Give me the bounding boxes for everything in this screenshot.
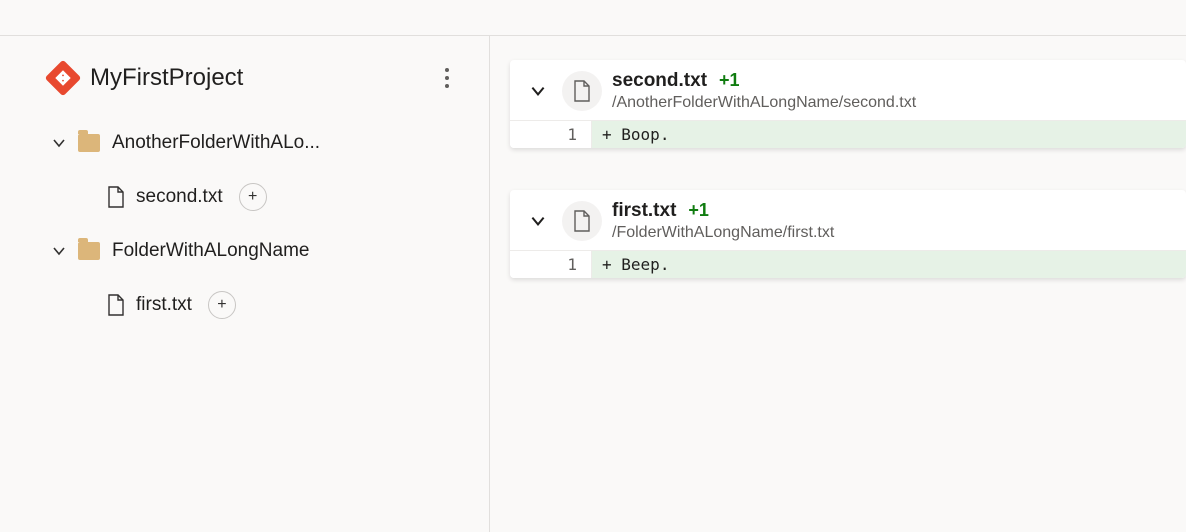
file-icon [573,80,591,102]
diff-card: first.txt +1 /FolderWithALongName/first.… [510,190,1186,278]
chevron-down-icon [50,242,68,260]
diff-card-header: first.txt +1 /FolderWithALongName/first.… [510,190,1186,250]
project-title-group: MyFirstProject [50,64,243,92]
chevron-down-icon [529,82,547,100]
tree-folder-row[interactable]: AnotherFolderWithALo... [50,116,469,170]
file-icon [106,185,126,209]
diff-filename: first.txt [612,200,676,222]
diff-additions-badge: +1 [688,200,709,221]
file-chip-icon [562,71,602,111]
folder-label: AnotherFolderWithALo... [112,132,320,154]
file-icon [106,293,126,317]
file-label: first.txt [136,294,192,316]
folder-icon [78,242,100,260]
added-badge-icon: + [239,183,267,211]
diff-filepath: /FolderWithALongName/first.txt [612,224,834,242]
chevron-down-icon [50,134,68,152]
file-label: second.txt [136,186,223,208]
main-split: MyFirstProject AnotherFolderWithALo... s… [0,36,1186,532]
file-tree: AnotherFolderWithALo... second.txt + Fol… [20,116,469,332]
diff-body: 1 + Beep. [510,250,1186,278]
project-name: MyFirstProject [90,64,243,92]
diff-title-block: second.txt +1 /AnotherFolderWithALongNam… [612,70,916,112]
collapse-toggle-button[interactable] [524,77,552,105]
file-chip-icon [562,201,602,241]
project-header: MyFirstProject [20,64,469,116]
top-toolbar-strip [0,0,1186,36]
git-repo-icon [45,60,82,97]
tree-file-row[interactable]: second.txt + [50,170,469,224]
diff-list-pane: second.txt +1 /AnotherFolderWithALongNam… [490,36,1186,532]
changes-tree-pane: MyFirstProject AnotherFolderWithALo... s… [0,36,490,532]
diff-line-prefix: + [602,125,612,144]
diff-code-line: + Beep. [592,251,1186,278]
chevron-down-icon [529,212,547,230]
diff-body: 1 + Boop. [510,120,1186,148]
collapse-toggle-button[interactable] [524,207,552,235]
diff-line-number: 1 [510,251,592,278]
diff-title-block: first.txt +1 /FolderWithALongName/first.… [612,200,834,242]
folder-icon [78,134,100,152]
diff-line-prefix: + [602,255,612,274]
diff-code-line: + Boop. [592,121,1186,148]
diff-line-text: Boop. [621,125,669,144]
added-badge-icon: + [208,291,236,319]
diff-line-number: 1 [510,121,592,148]
tree-file-row[interactable]: first.txt + [50,278,469,332]
diff-filename: second.txt [612,70,707,92]
diff-line-text: Beep. [621,255,669,274]
diff-card: second.txt +1 /AnotherFolderWithALongNam… [510,60,1186,148]
diff-filepath: /AnotherFolderWithALongName/second.txt [612,94,916,112]
more-vertical-icon [445,68,449,88]
file-icon [573,210,591,232]
tree-folder-row[interactable]: FolderWithALongName [50,224,469,278]
folder-label: FolderWithALongName [112,240,309,262]
diff-card-header: second.txt +1 /AnotherFolderWithALongNam… [510,60,1186,120]
project-more-button[interactable] [433,64,461,92]
diff-additions-badge: +1 [719,70,740,91]
